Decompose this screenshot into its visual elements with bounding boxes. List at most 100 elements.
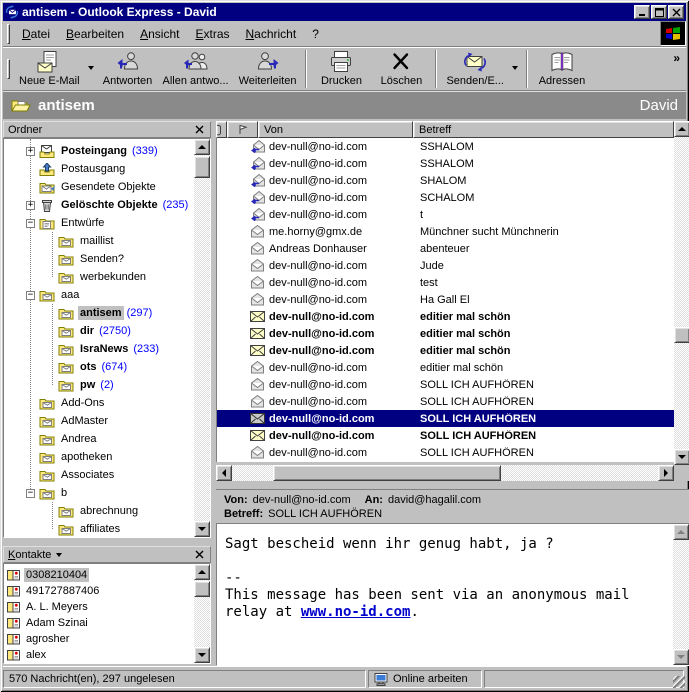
contact-item-0308210404[interactable]: 0308210404 (4, 567, 210, 583)
folder-tree-item-andrea[interactable]: Andrea (4, 430, 210, 448)
folder-tree-item-affiliates[interactable]: affiliates (4, 520, 210, 538)
minimize-button[interactable] (634, 5, 650, 19)
menu-ansicht[interactable]: Ansicht (132, 24, 187, 44)
message-row[interactable]: Andreas Donhauserabenteuer (217, 240, 674, 257)
toolbar-button-neue-e-mail[interactable]: Neue E-Mail (14, 49, 85, 89)
folder-tree-item-werbekunden[interactable]: werbekunden (4, 268, 210, 286)
folder-tree-item-b[interactable]: −b (4, 484, 210, 502)
contact-item-agrosher[interactable]: agrosher (4, 631, 210, 647)
folder-tree-item-isranews[interactable]: IsraNews(233) (4, 340, 210, 358)
folder-tree-item-abrechnung[interactable]: abrechnung (4, 502, 210, 520)
toolbar-button-l-schen[interactable]: Löschen (371, 49, 431, 89)
maximize-button[interactable] (651, 5, 667, 19)
toolbar-dropdown-arrow[interactable] (85, 49, 98, 89)
message-row[interactable]: dev-null@no-id.comSCHALOM (217, 189, 674, 206)
message-row[interactable]: dev-null@no-id.comHa Gall El (217, 291, 674, 308)
scroll-down-button[interactable] (674, 449, 689, 465)
folder-tree-item-antisem[interactable]: antisem(297) (4, 304, 210, 322)
folder-tree-item-admaster[interactable]: AdMaster (4, 412, 210, 430)
scroll-up-button[interactable] (194, 139, 210, 155)
folder-tree-item-gel-schte-objekte[interactable]: +Gelöschte Objekte(235) (4, 196, 210, 214)
outlook-express-icon[interactable] (5, 5, 19, 19)
folder-tree-item-ots[interactable]: ots(674) (4, 358, 210, 376)
toolbar-grip[interactable] (7, 59, 10, 79)
contact-item-a-l-meyers[interactable]: A. L. Meyers (4, 599, 210, 615)
toolbar-button-senden-e[interactable]: Senden/E... (441, 49, 509, 89)
message-row[interactable]: dev-null@no-id.comeditier mal schön (217, 308, 674, 325)
close-button[interactable] (668, 5, 684, 19)
folder-tree-item-entw-rfe[interactable]: −Entwürfe (4, 214, 210, 232)
contacts-close-button[interactable] (193, 548, 206, 561)
folder-tree-item-maillist[interactable]: maillist (4, 232, 210, 250)
folders-close-button[interactable] (193, 123, 206, 136)
message-row[interactable]: dev-null@no-id.comSOLL ICH AUFHÖREN (217, 410, 674, 427)
message-row[interactable]: me.horny@gmx.deMünchner sucht Münchnerin (217, 223, 674, 240)
folder-tree-scrollbar[interactable] (194, 139, 210, 537)
scroll-down-button[interactable] (673, 649, 689, 665)
menu-bearbeiten[interactable]: Bearbeiten (58, 24, 132, 44)
toolbar-button-drucken[interactable]: Drucken (311, 49, 371, 89)
message-row[interactable]: dev-null@no-id.comSOLL ICH AUFHÖREN (217, 444, 674, 461)
toolbar-overflow-chevron[interactable]: » (673, 51, 680, 65)
titlebar[interactable]: antisem - Outlook Express - David (3, 3, 686, 21)
folder-tree-item-pw[interactable]: pw(2) (4, 376, 210, 394)
message-row[interactable]: dev-null@no-id.comSOLL ICH AUFHÖREN (217, 427, 674, 444)
toolbar-dropdown-arrow[interactable] (509, 49, 522, 89)
body-link[interactable]: www.no-id.com (301, 604, 411, 620)
scroll-up-button[interactable] (674, 121, 689, 137)
tree-expander[interactable]: + (26, 201, 35, 210)
column-flag[interactable] (227, 121, 258, 138)
folder-tree-item-senden[interactable]: Senden? (4, 250, 210, 268)
message-row[interactable]: dev-null@no-id.comeditier mal schön (217, 359, 674, 376)
column-from[interactable]: Von (258, 121, 413, 138)
identity-name[interactable]: David (640, 97, 678, 114)
message-row[interactable]: dev-null@no-id.comSSHALOM (217, 138, 674, 155)
contact-item-alex[interactable]: alex (4, 647, 210, 663)
scroll-left-button[interactable] (216, 465, 232, 481)
folder-tree-item-dir[interactable]: dir(2750) (4, 322, 210, 340)
message-row[interactable]: dev-null@no-id.comtest (217, 274, 674, 291)
message-row[interactable]: dev-null@no-id.comeditier mal schön (217, 342, 674, 359)
folder-tree-item-add-ons[interactable]: Add-Ons (4, 394, 210, 412)
scroll-down-button[interactable] (194, 647, 210, 663)
message-row[interactable]: dev-null@no-id.comSSHALOM (217, 155, 674, 172)
scroll-thumb[interactable] (674, 327, 689, 343)
message-list-vscrollbar[interactable] (674, 121, 689, 465)
preview-scrollbar[interactable] (673, 524, 689, 665)
message-row[interactable]: dev-null@no-id.comSOLL ICH AUFHÖREN (217, 376, 674, 393)
toolbar-button-adressen[interactable]: Adressen (532, 49, 592, 89)
folder-tree-item-gesendete-objekte[interactable]: Gesendete Objekte (4, 178, 210, 196)
scroll-thumb[interactable] (194, 156, 210, 178)
message-row[interactable]: dev-null@no-id.comeditier mal schön (217, 325, 674, 342)
column-attachment[interactable] (216, 121, 227, 138)
tree-expander[interactable]: − (26, 489, 35, 498)
contact-item-491727887406[interactable]: 491727887406 (4, 583, 210, 599)
scroll-thumb[interactable] (194, 581, 210, 597)
message-list-hscrollbar[interactable] (216, 465, 674, 481)
scroll-thumb[interactable] (273, 465, 501, 481)
toolbar-button-antworten[interactable]: Antworten (98, 49, 158, 89)
tree-expander[interactable]: − (26, 219, 35, 228)
toolbar-button-weiterleiten[interactable]: Weiterleiten (234, 49, 302, 89)
folder-tree-item-apotheken[interactable]: apotheken (4, 448, 210, 466)
menu-grip[interactable] (7, 24, 10, 44)
folder-tree-item-posteingang[interactable]: +Posteingang(339) (4, 142, 210, 160)
menu-help[interactable]: ? (304, 24, 327, 44)
resize-grip[interactable] (673, 676, 685, 688)
scroll-up-button[interactable] (673, 524, 689, 540)
scroll-up-button[interactable] (194, 564, 210, 580)
menu-datei[interactable]: Datei (14, 24, 58, 44)
tree-expander[interactable]: + (26, 147, 35, 156)
menu-nachricht[interactable]: Nachricht (238, 24, 305, 44)
message-row[interactable]: dev-null@no-id.comSOLL ICH AUFHÖREN (217, 393, 674, 410)
contact-item-adam-szinai[interactable]: Adam Szinai (4, 615, 210, 631)
folder-tree-item-aaa[interactable]: −aaa (4, 286, 210, 304)
message-row[interactable]: dev-null@no-id.comt (217, 206, 674, 223)
contacts-panel-header[interactable]: Kontakte (3, 546, 211, 563)
scroll-down-button[interactable] (194, 521, 210, 537)
menu-extras[interactable]: Extras (187, 24, 237, 44)
column-subject[interactable]: Betreff (413, 121, 674, 138)
folder-tree-item-postausgang[interactable]: Postausgang (4, 160, 210, 178)
tree-expander[interactable]: − (26, 291, 35, 300)
contacts-scrollbar[interactable] (194, 564, 210, 663)
